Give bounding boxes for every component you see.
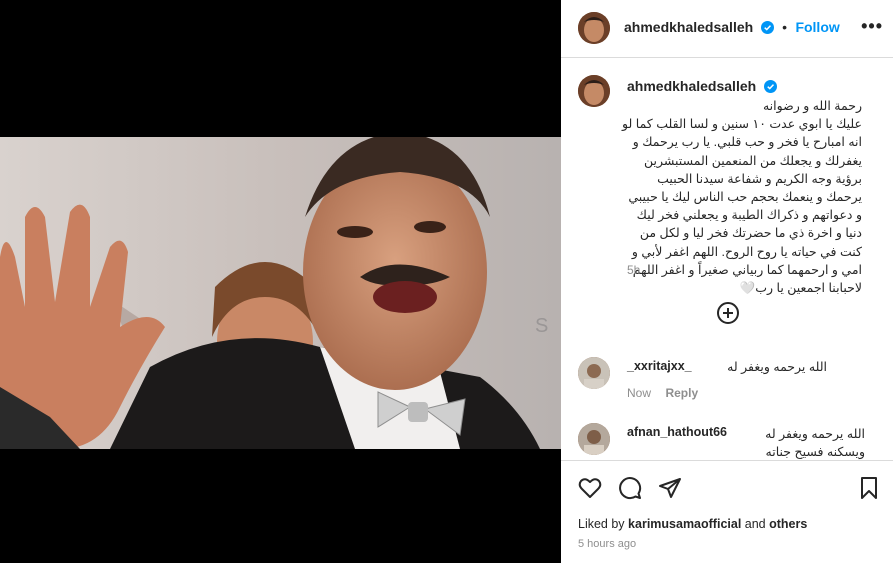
commenter-avatar[interactable]	[578, 423, 610, 455]
more-options-icon[interactable]: •••	[861, 16, 883, 37]
comment-text: الله يرحمه ويغفر له ويسكنه فسيح جناته يا…	[765, 427, 865, 459]
post-timestamp[interactable]: 5 hours ago	[578, 538, 636, 550]
author-username[interactable]: ahmedkhaledsalleh	[624, 19, 753, 35]
likes-prefix: Liked by	[578, 517, 625, 531]
comment-time: Now	[627, 386, 652, 400]
post-header: ahmedkhaledsalleh • Follow •••	[561, 0, 893, 58]
like-heart-icon[interactable]	[578, 476, 602, 500]
reply-button[interactable]: Reply	[665, 386, 698, 400]
verified-badge-icon	[763, 80, 777, 93]
comment-row: afnan_hathout66 الله يرحمه ويغفر له ويسك…	[627, 425, 867, 461]
post-photo[interactable]: S	[0, 137, 561, 449]
likes-summary: Liked by karimusamaofficial and others	[578, 517, 807, 531]
share-send-icon[interactable]	[658, 476, 682, 500]
load-more-comments-icon[interactable]	[717, 302, 739, 324]
comment-username[interactable]: _xxritajxx_	[627, 359, 692, 373]
caption-author-avatar[interactable]	[578, 75, 610, 107]
liked-by-user[interactable]: karimusamaofficial	[628, 517, 741, 531]
caption-author-username[interactable]: ahmedkhaledsalleh	[627, 78, 756, 94]
follow-button[interactable]: Follow	[795, 19, 839, 35]
comment-text: الله يرحمه ويغفر له	[727, 360, 827, 374]
caption-text: رحمة الله و رضوانه عليك يا ابوي عدت ١٠ س…	[622, 99, 862, 296]
post-media-panel: S	[0, 0, 561, 563]
author-avatar[interactable]	[578, 12, 610, 44]
svg-text:S: S	[535, 315, 548, 337]
photo-illustration: S	[0, 137, 561, 449]
commenter-avatar[interactable]	[578, 357, 610, 389]
header-user-row: ahmedkhaledsalleh • Follow	[624, 19, 840, 37]
comment-username[interactable]: afnan_hathout66	[627, 425, 727, 439]
save-bookmark-icon[interactable]	[857, 476, 881, 500]
comment-bubble-icon[interactable]	[618, 476, 642, 500]
likes-and: and	[744, 517, 766, 531]
caption-user-row: ahmedkhaledsalleh	[627, 78, 777, 96]
likes-others-link[interactable]: others	[769, 517, 807, 531]
comment-row: _xxritajxx_ الله يرحمه ويغفر له	[627, 359, 827, 377]
comment-meta: Now Reply	[627, 384, 698, 402]
verified-badge-icon	[760, 21, 774, 34]
post-details-panel: ahmedkhaledsalleh • Follow ••• ahmedkhal…	[561, 0, 893, 563]
caption-time: 5h	[627, 263, 641, 277]
instagram-post-view: S ahmedkhaledsalleh • Follow ••• ahmedkh…	[0, 0, 893, 563]
separator-dot: •	[782, 19, 787, 35]
